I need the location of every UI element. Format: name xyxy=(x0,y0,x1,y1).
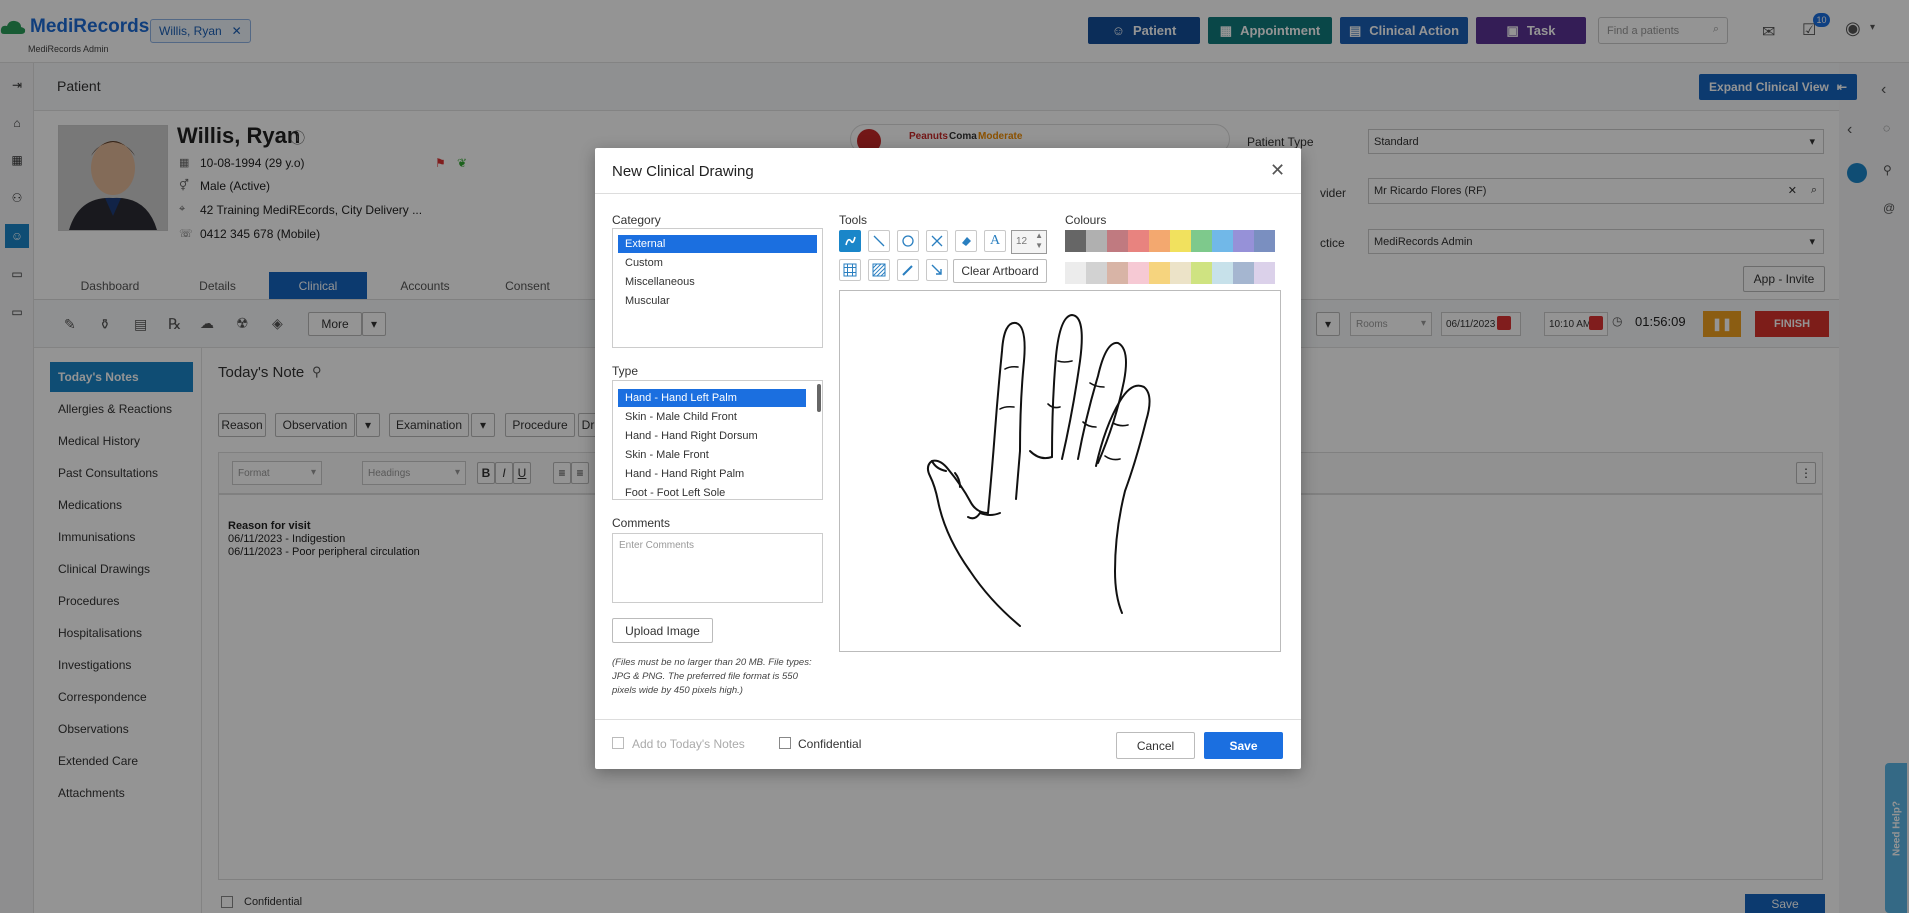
colour-swatch[interactable] xyxy=(1107,230,1128,252)
category-list: External Custom Miscellaneous Muscular xyxy=(612,228,823,348)
save-button[interactable]: Save xyxy=(1204,732,1283,759)
close-icon[interactable]: ✕ xyxy=(1270,160,1285,181)
tools-label: Tools xyxy=(839,213,868,227)
colour-swatch[interactable] xyxy=(1212,230,1233,252)
clear-artboard-button[interactable]: Clear Artboard xyxy=(953,259,1047,283)
colour-swatch[interactable] xyxy=(1065,262,1086,284)
add-to-notes-label: Add to Today's Notes xyxy=(632,737,745,751)
add-to-notes-checkbox[interactable] xyxy=(612,737,624,749)
colour-swatch[interactable] xyxy=(1191,262,1212,284)
colour-swatch[interactable] xyxy=(1086,262,1107,284)
comments-textarea[interactable]: Enter Comments xyxy=(612,533,823,603)
type-item[interactable]: Hand - Hand Right Dorsum xyxy=(618,427,817,445)
arrow-tool-icon[interactable] xyxy=(926,259,948,281)
drawing-artboard[interactable] xyxy=(839,290,1281,652)
colour-swatch[interactable] xyxy=(1191,230,1212,252)
hand-left-palm-drawing xyxy=(926,314,1151,627)
colour-swatch[interactable] xyxy=(1254,262,1275,284)
eraser-tool-icon[interactable] xyxy=(955,230,977,252)
confidential-label: Confidential xyxy=(798,737,862,751)
category-item-custom[interactable]: Custom xyxy=(618,254,817,272)
grid-tool-icon[interactable] xyxy=(839,259,861,281)
type-list: Hand - Hand Left Palm Skin - Male Child … xyxy=(612,380,823,500)
new-clinical-drawing-modal: New Clinical Drawing ✕ Category External… xyxy=(595,148,1301,769)
colours-label: Colours xyxy=(1065,213,1107,227)
colour-palette-row-2 xyxy=(1065,262,1275,284)
type-item[interactable]: Hand - Hand Left Palm xyxy=(618,389,806,407)
category-item-miscellaneous[interactable]: Miscellaneous xyxy=(618,273,817,291)
text-tool-icon[interactable]: A xyxy=(984,230,1006,252)
colour-swatch[interactable] xyxy=(1086,230,1107,252)
type-item[interactable]: Foot - Foot Left Sole xyxy=(618,484,817,499)
upload-image-button[interactable]: Upload Image xyxy=(612,618,713,643)
upload-note: (Files must be no larger than 20 MB. Fil… xyxy=(612,657,812,696)
colour-swatch[interactable] xyxy=(1128,230,1149,252)
colour-swatch[interactable] xyxy=(1212,262,1233,284)
circle-tool-icon[interactable] xyxy=(897,230,919,252)
category-item-muscular[interactable]: Muscular xyxy=(618,292,817,310)
hatch-tool-icon[interactable] xyxy=(868,259,890,281)
modal-header-divider xyxy=(595,193,1301,194)
cancel-button[interactable]: Cancel xyxy=(1116,732,1195,759)
comments-label: Comments xyxy=(612,516,671,530)
category-item-external[interactable]: External xyxy=(618,235,817,253)
colour-swatch[interactable] xyxy=(1065,230,1086,252)
colour-swatch[interactable] xyxy=(1149,230,1170,252)
colour-swatch[interactable] xyxy=(1170,262,1191,284)
comments-placeholder: Enter Comments xyxy=(619,540,695,551)
modal-footer-divider xyxy=(595,719,1301,720)
font-size-value: 12 xyxy=(1016,236,1028,247)
type-item[interactable]: Skin - Male Child Front xyxy=(618,408,817,426)
stepper-arrows-icon[interactable]: ▲ ▼ xyxy=(1035,231,1043,251)
colour-swatch[interactable] xyxy=(1107,262,1128,284)
line-tool-icon[interactable] xyxy=(868,230,890,252)
colour-swatch[interactable] xyxy=(1233,230,1254,252)
type-label: Type xyxy=(612,364,639,378)
confidential-checkbox[interactable] xyxy=(779,737,791,749)
type-item[interactable]: Hand - Hand Right Palm xyxy=(618,465,817,483)
freehand-tool-icon[interactable] xyxy=(839,230,861,252)
colour-swatch[interactable] xyxy=(1128,262,1149,284)
colour-swatch[interactable] xyxy=(1149,262,1170,284)
colour-swatch[interactable] xyxy=(1170,230,1191,252)
colour-swatch[interactable] xyxy=(1254,230,1275,252)
type-item[interactable]: Skin - Male Front xyxy=(618,446,817,464)
category-label: Category xyxy=(612,213,661,227)
modal-title: New Clinical Drawing xyxy=(612,163,754,180)
font-size-stepper[interactable]: 12 ▲ ▼ xyxy=(1011,230,1047,254)
type-list-scrollbar[interactable] xyxy=(817,384,821,412)
cross-tool-icon[interactable] xyxy=(926,230,948,252)
colour-swatch[interactable] xyxy=(1233,262,1254,284)
colour-palette-row-1 xyxy=(1065,230,1275,252)
pen-tool-icon[interactable] xyxy=(897,259,919,281)
